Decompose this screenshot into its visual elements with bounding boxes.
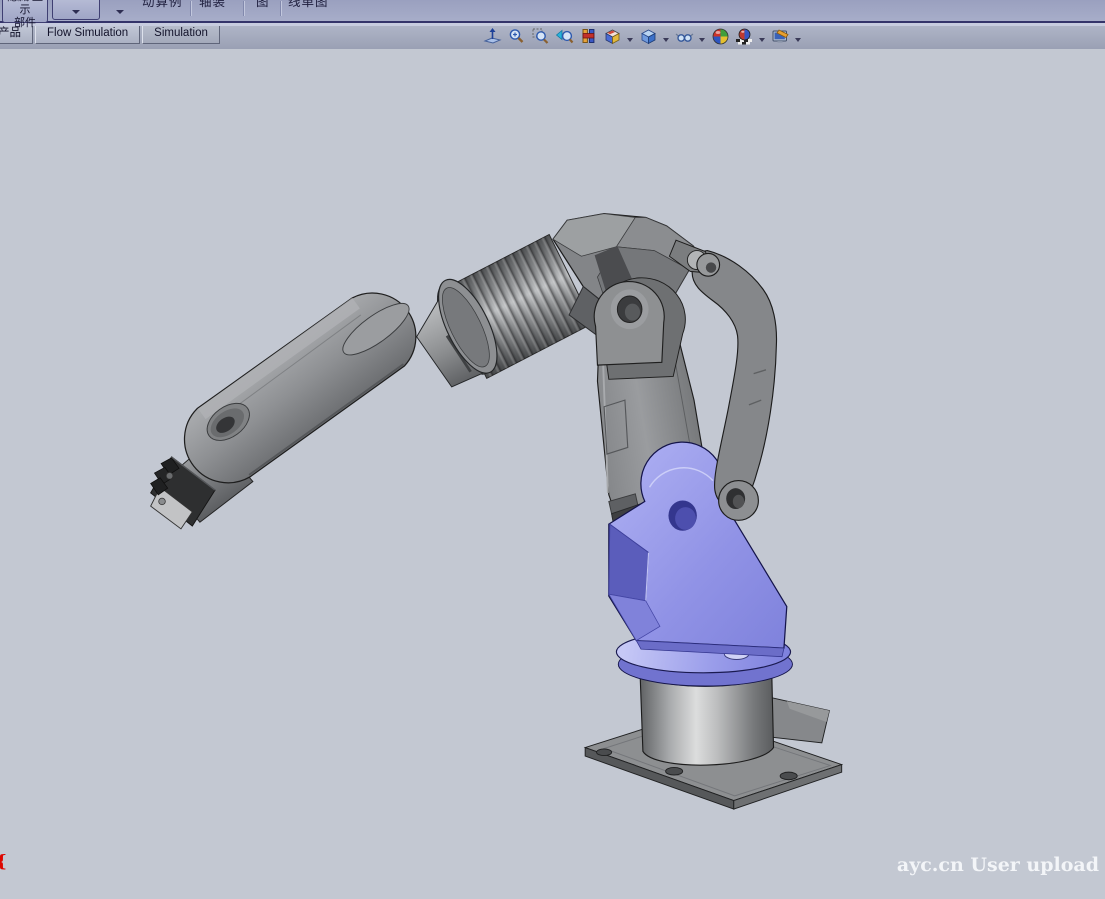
zoom-to-area-icon[interactable] bbox=[531, 27, 550, 46]
toolbar-button-line-sketch[interactable]: 线单图 bbox=[288, 0, 329, 9]
graphics-viewport[interactable]: { ayc.cn User upload bbox=[0, 48, 1105, 899]
section-view-icon[interactable] bbox=[579, 27, 598, 46]
toolbar-button-view[interactable]: 图 bbox=[256, 0, 270, 9]
chevron-down-icon[interactable] bbox=[795, 38, 801, 42]
robot-base-fin[interactable] bbox=[766, 696, 829, 742]
view-settings-icon[interactable] bbox=[771, 27, 790, 46]
view-orientation-icon[interactable] bbox=[603, 27, 622, 46]
robot-arm-model[interactable] bbox=[0, 48, 1105, 899]
watermark-text: ayc.cn User upload bbox=[897, 854, 1099, 876]
toolbar-button-motion-study[interactable]: 动算例 bbox=[142, 0, 183, 9]
edit-appearance-icon[interactable] bbox=[711, 27, 730, 46]
chevron-down-icon[interactable] bbox=[759, 38, 765, 42]
toolbar-button-exploded-view[interactable]: 轴装 bbox=[199, 0, 226, 9]
solidworks-window: { "app": {"name": "SolidWorks assembly v… bbox=[0, 0, 1105, 899]
zoom-to-fit-icon[interactable] bbox=[507, 27, 526, 46]
previous-view-icon[interactable] bbox=[555, 27, 574, 46]
apply-scene-icon[interactable] bbox=[735, 27, 754, 46]
chevron-down-icon bbox=[72, 10, 80, 14]
robot-clevis-joint[interactable] bbox=[594, 278, 685, 380]
toolbar-separator bbox=[243, 1, 244, 16]
chevron-down-icon bbox=[116, 10, 124, 14]
toolbar-separator bbox=[190, 1, 191, 16]
robot-forearm[interactable] bbox=[184, 293, 415, 483]
toolbar-dropdown-button-2[interactable] bbox=[104, 0, 136, 20]
chevron-down-icon[interactable] bbox=[627, 38, 633, 42]
button-label-top: 隐藏/显示 bbox=[3, 0, 47, 17]
hide-show-component-button[interactable]: 隐藏/显示 部件 bbox=[2, 0, 48, 23]
chevron-down-icon[interactable] bbox=[663, 38, 669, 42]
button-label: 部件 bbox=[3, 17, 47, 30]
display-style-icon[interactable] bbox=[639, 27, 658, 46]
command-toolbar: 隐藏/显示 部件 动算例 轴装 图 线单图 bbox=[0, 0, 1105, 23]
tab-flow-simulation[interactable]: Flow Simulation bbox=[35, 23, 140, 44]
left-edge-red-mark: { bbox=[0, 852, 7, 872]
toolbar-separator bbox=[280, 1, 281, 16]
normal-to-view-icon[interactable] bbox=[483, 27, 502, 46]
toolbar-dropdown-button-1[interactable] bbox=[52, 0, 100, 20]
chevron-down-icon[interactable] bbox=[699, 38, 705, 42]
hide-show-items-icon[interactable] bbox=[675, 27, 694, 46]
heads-up-view-toolbar bbox=[483, 27, 802, 46]
tab-simulation[interactable]: Simulation bbox=[142, 23, 220, 44]
